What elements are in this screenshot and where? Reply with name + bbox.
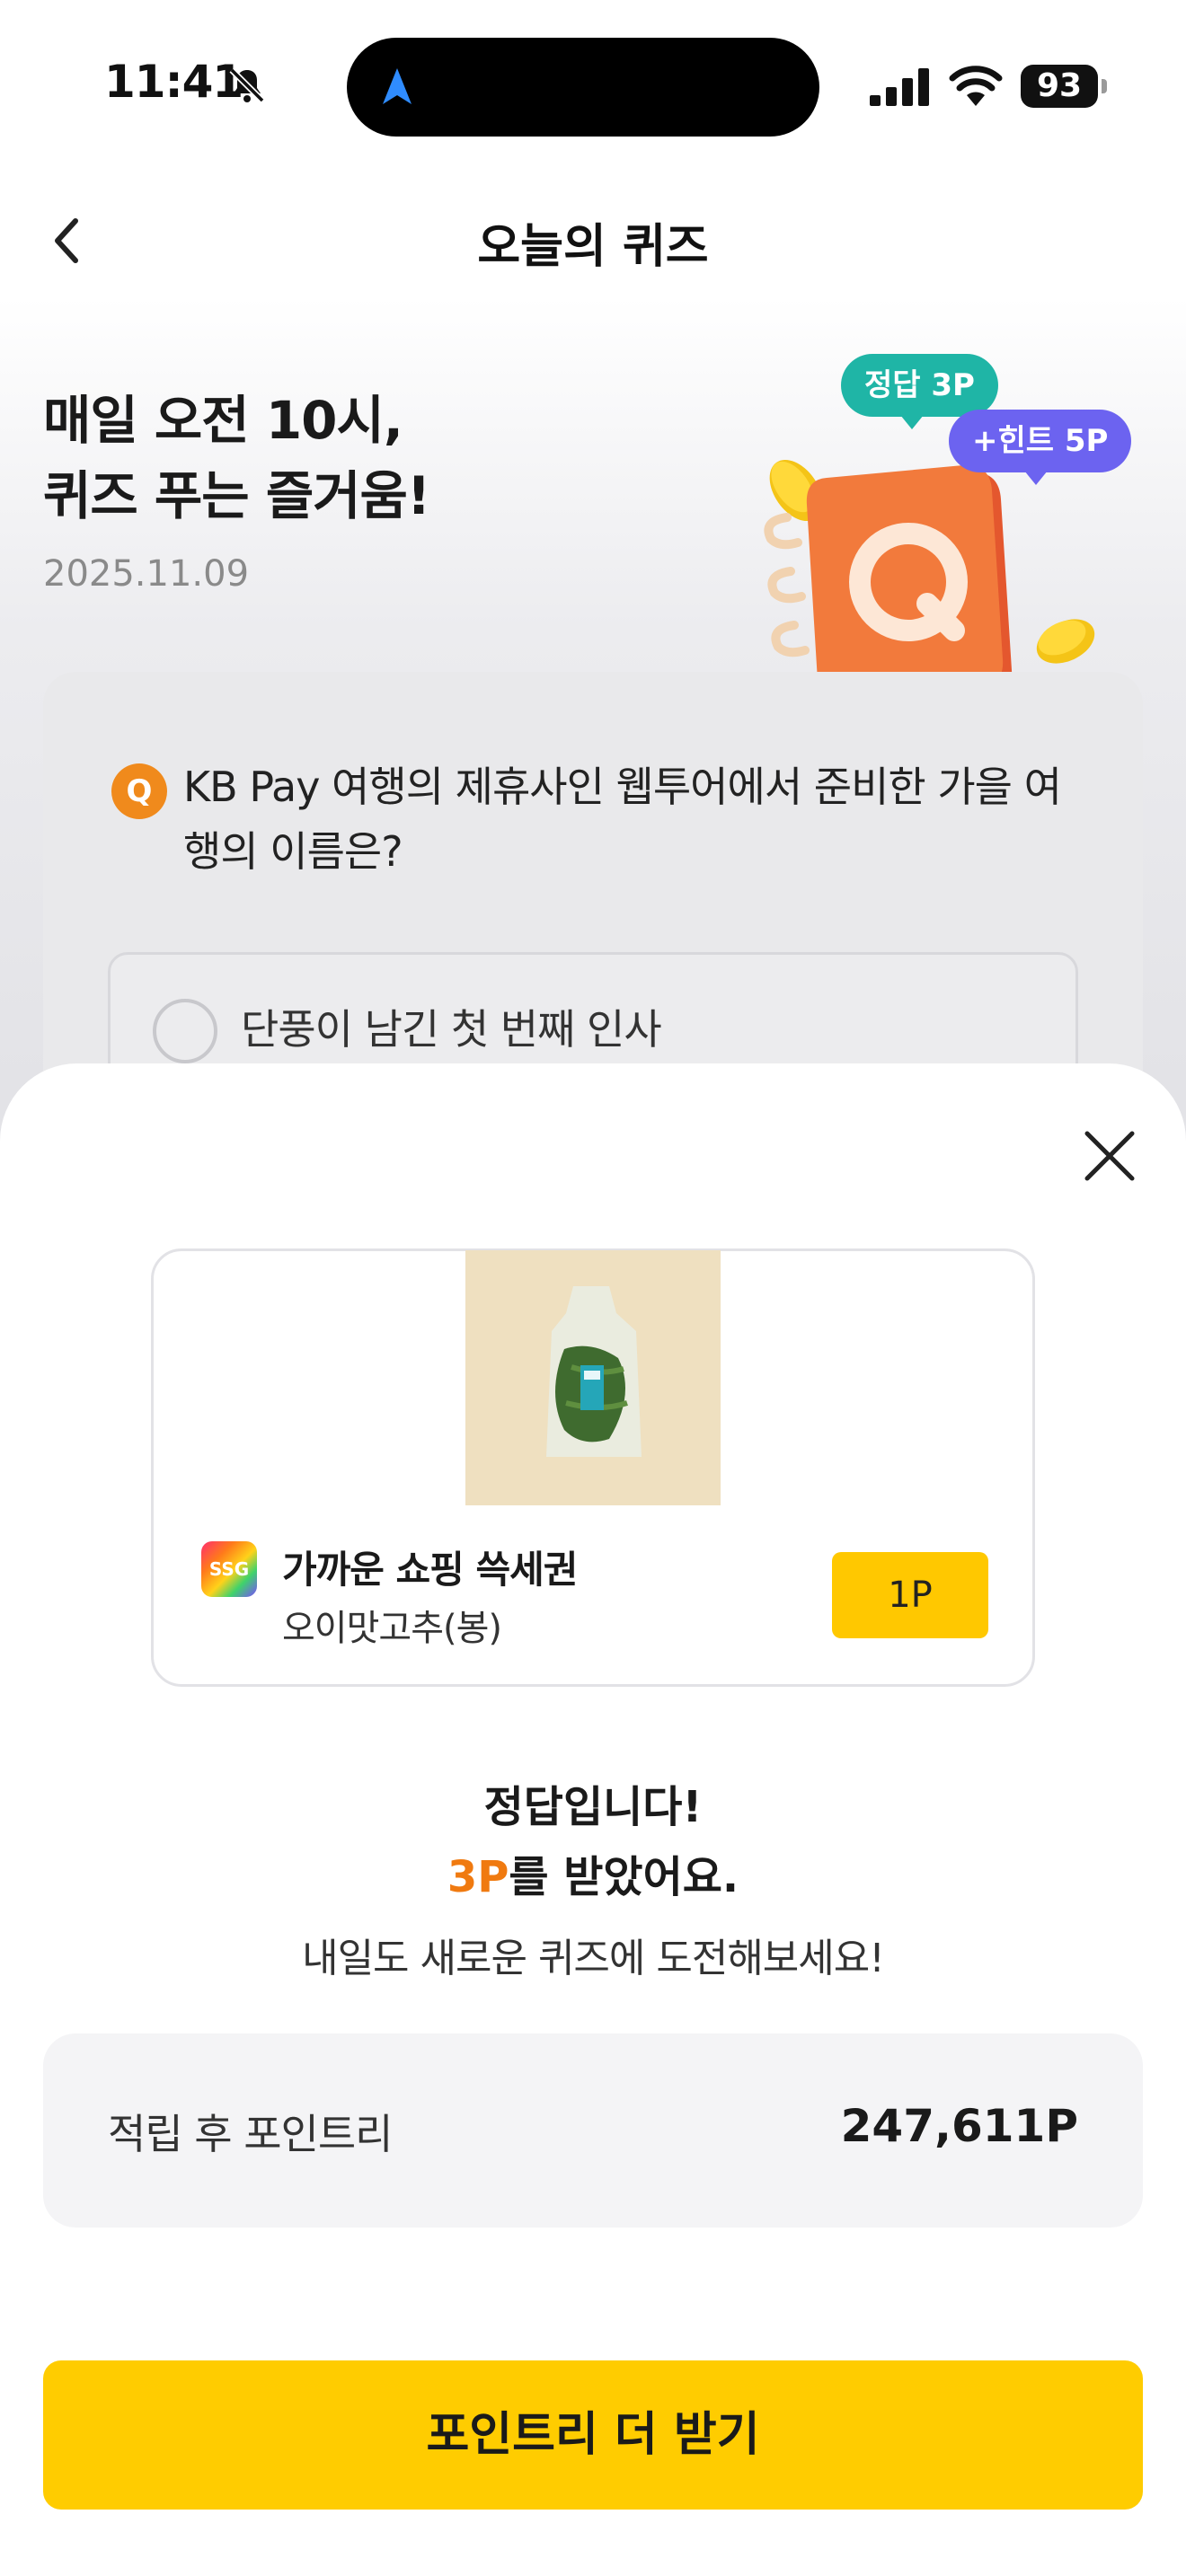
hint-points-bubble: +힌트 5P	[949, 410, 1132, 485]
signal-icon	[870, 68, 929, 106]
result-encourage-text: 내일도 새로운 퀴즈에 도전해보세요!	[302, 1936, 885, 1981]
reward-brand: 가까운 쇼핑 쓱세권	[282, 1548, 578, 1592]
wifi-icon	[949, 66, 1003, 106]
hero-title-line1: 매일 오전 10시,	[43, 390, 403, 451]
result-points-text: 3P를 받았어요.	[0, 1841, 1186, 1904]
question-text: KB Pay 여행의 제휴사인 웹투어에서 준비한 가을 여행의 이름은?	[183, 763, 1062, 876]
earned-points: 3P	[447, 1852, 509, 1902]
battery-indicator: 93	[1021, 65, 1107, 108]
hero-title-line2: 퀴즈 푸는 즐거움!	[43, 465, 430, 526]
hero-title: 매일 오전 10시, 퀴즈 푸는 즐거움!	[43, 383, 430, 534]
close-icon[interactable]	[1082, 1128, 1137, 1184]
product-image	[465, 1250, 721, 1505]
ssg-logo: SSG	[201, 1541, 257, 1597]
battery-level: 93	[1021, 65, 1098, 108]
answer-option-1-radio[interactable]	[153, 999, 217, 1063]
reward-price-button[interactable]: 1P	[832, 1552, 988, 1638]
answer-points-bubble: 정답 3P	[841, 354, 998, 429]
status-time: 11:41	[104, 56, 243, 108]
battery-tip	[1102, 79, 1107, 93]
page-title: 오늘의 퀴즈	[477, 220, 709, 274]
quiz-date: 2025.11.09	[43, 553, 250, 595]
question-badge: Q	[111, 763, 167, 819]
result-correct-text: 정답입니다!	[483, 1782, 703, 1832]
answer-option-1-label: 단풍이 남긴 첫 번째 인사	[241, 1005, 662, 1054]
earned-points-suffix: 를 받았어요.	[509, 1852, 739, 1902]
reward-product-name: 오이맛고추(봉)	[282, 1608, 502, 1649]
points-summary-label: 적립 후 포인트리	[108, 2110, 393, 2158]
points-summary-value: 247,611P	[840, 2100, 1078, 2152]
bell-slash-icon	[229, 67, 265, 103]
navigation-arrow-icon	[383, 68, 412, 104]
status-bar: 11:41 93	[0, 0, 1186, 153]
get-more-points-button[interactable]: 포인트리 더 받기	[43, 2360, 1143, 2510]
